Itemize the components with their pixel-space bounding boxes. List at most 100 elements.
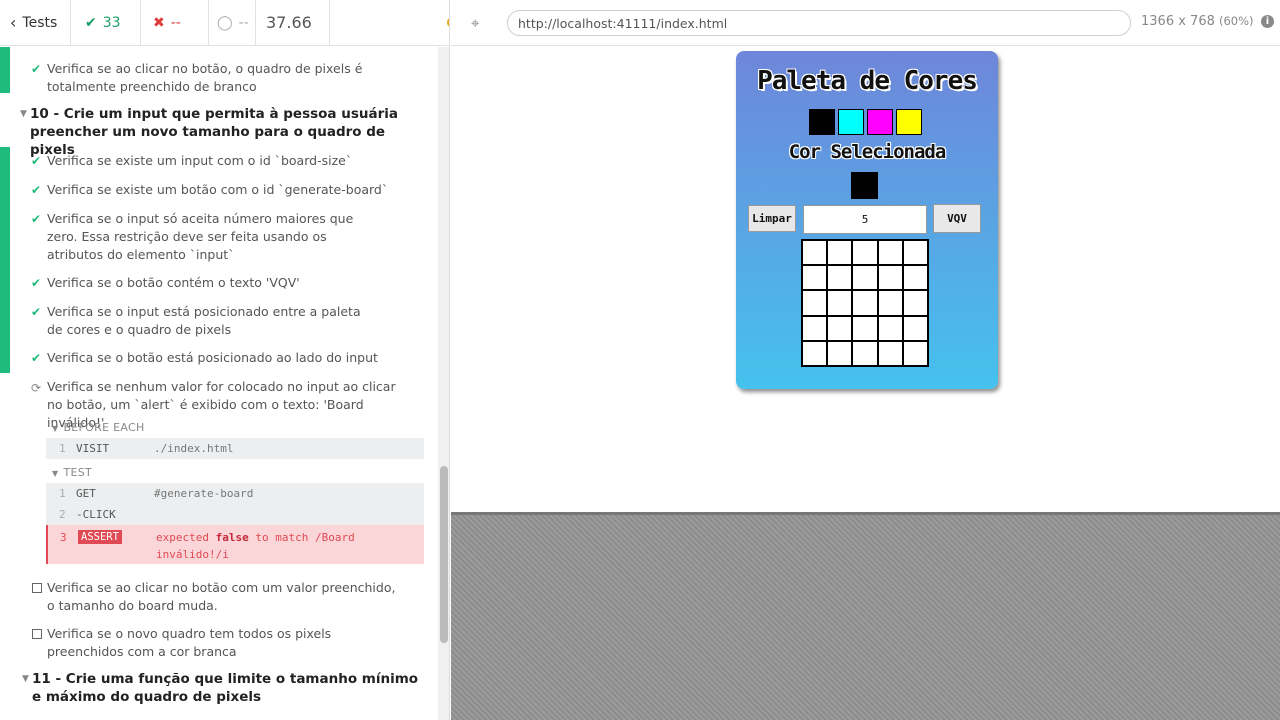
test-item[interactable]: ✔ Verifica se ao clicar no botão, o quad…	[31, 60, 411, 96]
test-item[interactable]: ✔ Verifica se o botão contém o texto 'VQ…	[31, 274, 411, 292]
passed-bar	[0, 147, 10, 373]
assert-badge: ASSERT	[78, 530, 122, 544]
test-title: Verifica se o botão está posicionado ao …	[47, 350, 378, 365]
passed-bar	[0, 47, 10, 93]
square-icon	[32, 629, 42, 639]
test-item[interactable]: ✔ Verifica se o input está posicionado e…	[31, 303, 376, 339]
palette-card: Paleta de Cores Cor Selecionada Limpar 5…	[736, 51, 998, 389]
test-item[interactable]: ✔ Verifica se o botão está posicionado a…	[31, 349, 411, 367]
square-icon	[32, 583, 42, 593]
app-under-test: Paleta de Cores Cor Selecionada Limpar 5…	[451, 47, 1280, 512]
pixel[interactable]	[802, 340, 828, 366]
pixel[interactable]	[852, 315, 878, 341]
passed-count: ✔ 33	[71, 0, 141, 46]
palette-color-magenta[interactable]	[867, 109, 893, 135]
pixel[interactable]	[827, 240, 853, 266]
command-number: 1	[59, 487, 66, 500]
pixel-board	[801, 239, 929, 367]
command-row[interactable]: 2 -CLICK	[46, 504, 424, 525]
hook-label: TEST	[63, 466, 93, 479]
pixel[interactable]	[802, 240, 828, 266]
aut-empty-area	[451, 512, 1280, 720]
pixel[interactable]	[902, 340, 928, 366]
pixel[interactable]	[852, 240, 878, 266]
command-row[interactable]: 1 GET #generate-board	[46, 483, 424, 504]
scrollbar[interactable]	[438, 47, 449, 720]
check-icon: ✔	[31, 212, 42, 226]
pixel[interactable]	[877, 240, 903, 266]
command-name: VISIT	[76, 442, 110, 455]
suite-title[interactable]: ▼ 10 - Crie um input que permita à pesso…	[20, 105, 425, 159]
pixel[interactable]	[852, 340, 878, 366]
pixel[interactable]	[902, 265, 928, 291]
pixel[interactable]	[902, 290, 928, 316]
command-number: 2	[59, 508, 66, 521]
triangle-down-icon: ▼	[52, 469, 59, 478]
test-title: Verifica se ao clicar no botão com um va…	[47, 580, 396, 613]
x-icon: ✖	[153, 14, 165, 31]
command-row[interactable]: 1 VISIT ./index.html	[46, 438, 424, 459]
board-size-input[interactable]: 5	[803, 205, 927, 234]
suite-title[interactable]: ▼ 11 - Crie uma função que limite o tama…	[22, 670, 427, 706]
selected-color-title: Cor Selecionada	[788, 141, 947, 163]
pixel[interactable]	[802, 265, 828, 291]
test-item[interactable]: ✔ Verifica se existe um botão com o id `…	[31, 181, 411, 199]
test-item[interactable]: ✔ Verifica se existe um input com o id `…	[31, 152, 411, 170]
check-icon: ✔	[31, 351, 42, 365]
info-icon[interactable]: i	[1261, 15, 1274, 28]
scrollbar-thumb[interactable]	[440, 466, 448, 643]
triangle-down-icon: ▼	[22, 674, 29, 684]
pending-value: --	[238, 14, 249, 31]
url-bar[interactable]: http://localhost:41111/index.html	[507, 10, 1131, 36]
generate-board-button[interactable]: VQV	[933, 204, 981, 233]
test-item-pending[interactable]: Verifica se o novo quadro tem todos os p…	[31, 625, 401, 661]
hook-before-each[interactable]: ▼ BEFORE EACH	[52, 421, 145, 434]
assert-message: expected false to match /Board inválido!…	[156, 529, 396, 563]
page-title: Paleta de Cores	[757, 66, 978, 96]
selector-playground-icon[interactable]: ⌖	[471, 14, 479, 32]
command-message: ./index.html	[154, 442, 234, 455]
pixel[interactable]	[827, 315, 853, 341]
test-reporter: ‹ Tests ✔ 33 ✖ -- ◯ -- 37.66 ↕	[0, 0, 450, 720]
suite-text: 10 - Crie um input que permita à pessoa …	[30, 106, 398, 158]
palette-color-yellow[interactable]	[896, 109, 922, 135]
refresh-icon: ⟳	[31, 381, 42, 395]
palette-color-black[interactable]	[809, 109, 835, 135]
hook-test[interactable]: ▼ TEST	[52, 466, 92, 479]
test-title: Verifica se o novo quadro tem todos os p…	[47, 626, 332, 659]
pixel[interactable]	[877, 340, 903, 366]
pixel[interactable]	[902, 315, 928, 341]
command-name: -CLICK	[76, 508, 116, 521]
pixel[interactable]	[827, 290, 853, 316]
pixel[interactable]	[852, 265, 878, 291]
viewport-scale: (60%)	[1219, 14, 1254, 28]
check-icon: ✔	[31, 183, 42, 197]
pixel[interactable]	[827, 265, 853, 291]
command-message: #generate-board	[154, 487, 254, 500]
triangle-down-icon: ▼	[20, 109, 27, 119]
pixel[interactable]	[827, 340, 853, 366]
browser-toolbar: ⌖ http://localhost:41111/index.html 1366…	[451, 0, 1280, 46]
tests-button[interactable]: ‹ Tests	[0, 0, 71, 46]
palette-color-cyan[interactable]	[838, 109, 864, 135]
clear-board-button[interactable]: Limpar	[748, 205, 796, 232]
pixel[interactable]	[877, 315, 903, 341]
reporter-header: ‹ Tests ✔ 33 ✖ -- ◯ -- 37.66 ↕	[0, 0, 449, 46]
assert-msg-part: expected	[156, 531, 216, 544]
pixel[interactable]	[802, 290, 828, 316]
pixel[interactable]	[902, 240, 928, 266]
test-title: Verifica se o input está posicionado ent…	[47, 304, 361, 337]
pixel[interactable]	[877, 290, 903, 316]
running-indicator-icon	[447, 16, 449, 28]
viewport-dimensions: 1366 x 768	[1141, 14, 1215, 29]
chevron-left-icon: ‹	[10, 13, 17, 32]
pixel[interactable]	[802, 315, 828, 341]
pixel[interactable]	[877, 265, 903, 291]
test-item[interactable]: ✔ Verifica se o input só aceita número m…	[31, 210, 376, 264]
pixel[interactable]	[852, 290, 878, 316]
reporter-tools: ↕	[330, 0, 449, 46]
suite-text: 11 - Crie uma função que limite o tamanh…	[32, 671, 419, 705]
test-item-pending[interactable]: Verifica se ao clicar no botão com um va…	[31, 579, 401, 615]
hook-label: BEFORE EACH	[63, 421, 145, 434]
assert-row-failed[interactable]: 3 ASSERT expected false to match /Board …	[46, 525, 424, 564]
